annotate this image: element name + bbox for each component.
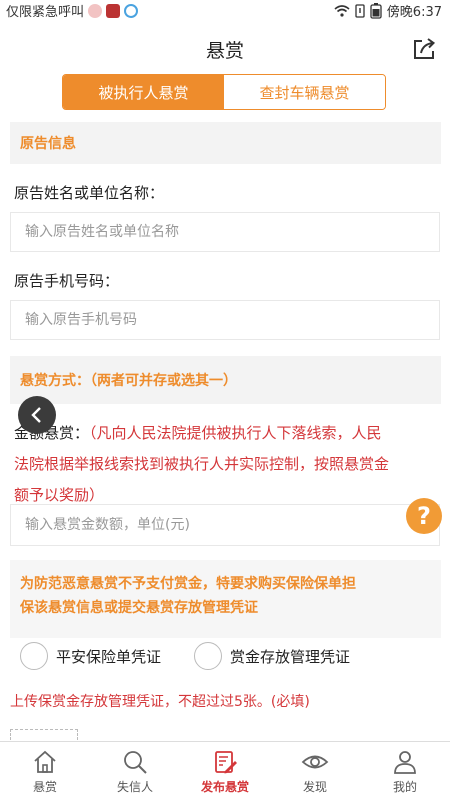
reward-type-tabs: 被执行人悬赏 查封车辆悬赏 bbox=[62, 74, 386, 110]
search-icon bbox=[124, 751, 147, 774]
nav-reward-label: 悬赏 bbox=[32, 780, 57, 794]
plaintiff-phone-label: 原告手机号码： bbox=[14, 272, 120, 290]
plaintiff-section-header: 原告信息 bbox=[10, 122, 441, 164]
status-bar: 仅限紧急呼叫 傍晚6:37 bbox=[0, 0, 450, 20]
tab-vehicle-reward[interactable]: 查封车辆悬赏 bbox=[224, 75, 385, 109]
notice-line-1: 为防范恶意悬赏不予支付赏金，特要求购买保险保单担 bbox=[20, 576, 356, 592]
reward-amount-input[interactable] bbox=[10, 504, 440, 546]
insurance-notice: 为防范恶意悬赏不予支付赏金，特要求购买保险保单担 保该悬赏信息或提交悬赏存放管理… bbox=[10, 560, 441, 638]
nav-mine[interactable]: 我的 bbox=[360, 742, 450, 801]
cash-reward-description: 金额悬赏：（凡向人民法院提供被执行人下落线索，人民 法院根据举报线索找到被执行人… bbox=[14, 418, 440, 511]
share-icon[interactable] bbox=[412, 37, 438, 61]
cash-reward-desc-2: 法院根据举报线索找到被执行人并实际控制，按照悬赏金 bbox=[14, 455, 390, 473]
clock: 傍晚6:37 bbox=[386, 5, 442, 20]
plaintiff-name-input[interactable] bbox=[10, 212, 440, 252]
deposit-radio[interactable] bbox=[194, 642, 222, 670]
nav-publish-label: 发布悬赏 bbox=[200, 780, 249, 794]
battery-icon bbox=[370, 2, 382, 19]
wifi-icon bbox=[334, 4, 350, 17]
notice-line-2: 保该悬赏信息或提交悬赏存放管理凭证 bbox=[20, 600, 258, 616]
plaintiff-name-label: 原告姓名或单位名称： bbox=[14, 184, 165, 202]
deposit-option[interactable]: 赏金存放管理凭证 bbox=[194, 642, 350, 670]
page-title: 悬赏 bbox=[205, 40, 244, 62]
nav-mine-label: 我的 bbox=[392, 780, 417, 794]
back-button[interactable] bbox=[18, 396, 56, 434]
nav-discover[interactable]: 发现 bbox=[270, 742, 360, 801]
nav-reward[interactable]: 悬赏 bbox=[0, 742, 90, 801]
nav-discover-label: 发现 bbox=[302, 780, 327, 794]
deposit-option-label: 赏金存放管理凭证 bbox=[230, 647, 351, 666]
reward-method-header: 悬赏方式：（两者可并存或选其一） bbox=[10, 356, 441, 404]
insurance-radio[interactable] bbox=[20, 642, 48, 670]
help-button[interactable]: ? bbox=[406, 498, 442, 534]
nav-dishonest[interactable]: 失信人 bbox=[90, 742, 180, 801]
carrier-text: 仅限紧急呼叫 bbox=[6, 5, 85, 20]
plaintiff-phone-input[interactable] bbox=[10, 300, 440, 340]
nav-publish[interactable]: 发布悬赏 bbox=[180, 742, 270, 801]
upload-note: 上传保赏金存放管理凭证，不超过过5张。(必填) bbox=[10, 694, 310, 710]
eye-icon bbox=[301, 755, 329, 769]
navigation-bar: 悬赏 bbox=[0, 22, 450, 72]
chevron-left-icon bbox=[31, 407, 41, 423]
app-notification-icon bbox=[106, 3, 121, 18]
insurance-option[interactable]: 平安保险单凭证 bbox=[20, 642, 161, 670]
cash-reward-desc-1: （凡向人民法院提供被执行人下落线索，人民 bbox=[89, 424, 382, 442]
app-notification-icon bbox=[88, 3, 103, 18]
app-notification-icon bbox=[124, 3, 139, 18]
insurance-option-label: 平安保险单凭证 bbox=[56, 647, 162, 666]
person-icon bbox=[394, 751, 416, 774]
sim-icon bbox=[355, 3, 365, 18]
nav-dishonest-label: 失信人 bbox=[116, 780, 153, 794]
edit-icon bbox=[215, 751, 237, 774]
tab-debtor-reward[interactable]: 被执行人悬赏 bbox=[63, 75, 224, 109]
bottom-navigation: 悬赏 失信人 发布悬赏 发现 我的 bbox=[0, 741, 450, 801]
home-icon bbox=[34, 750, 56, 773]
question-mark-icon: ? bbox=[417, 502, 431, 530]
